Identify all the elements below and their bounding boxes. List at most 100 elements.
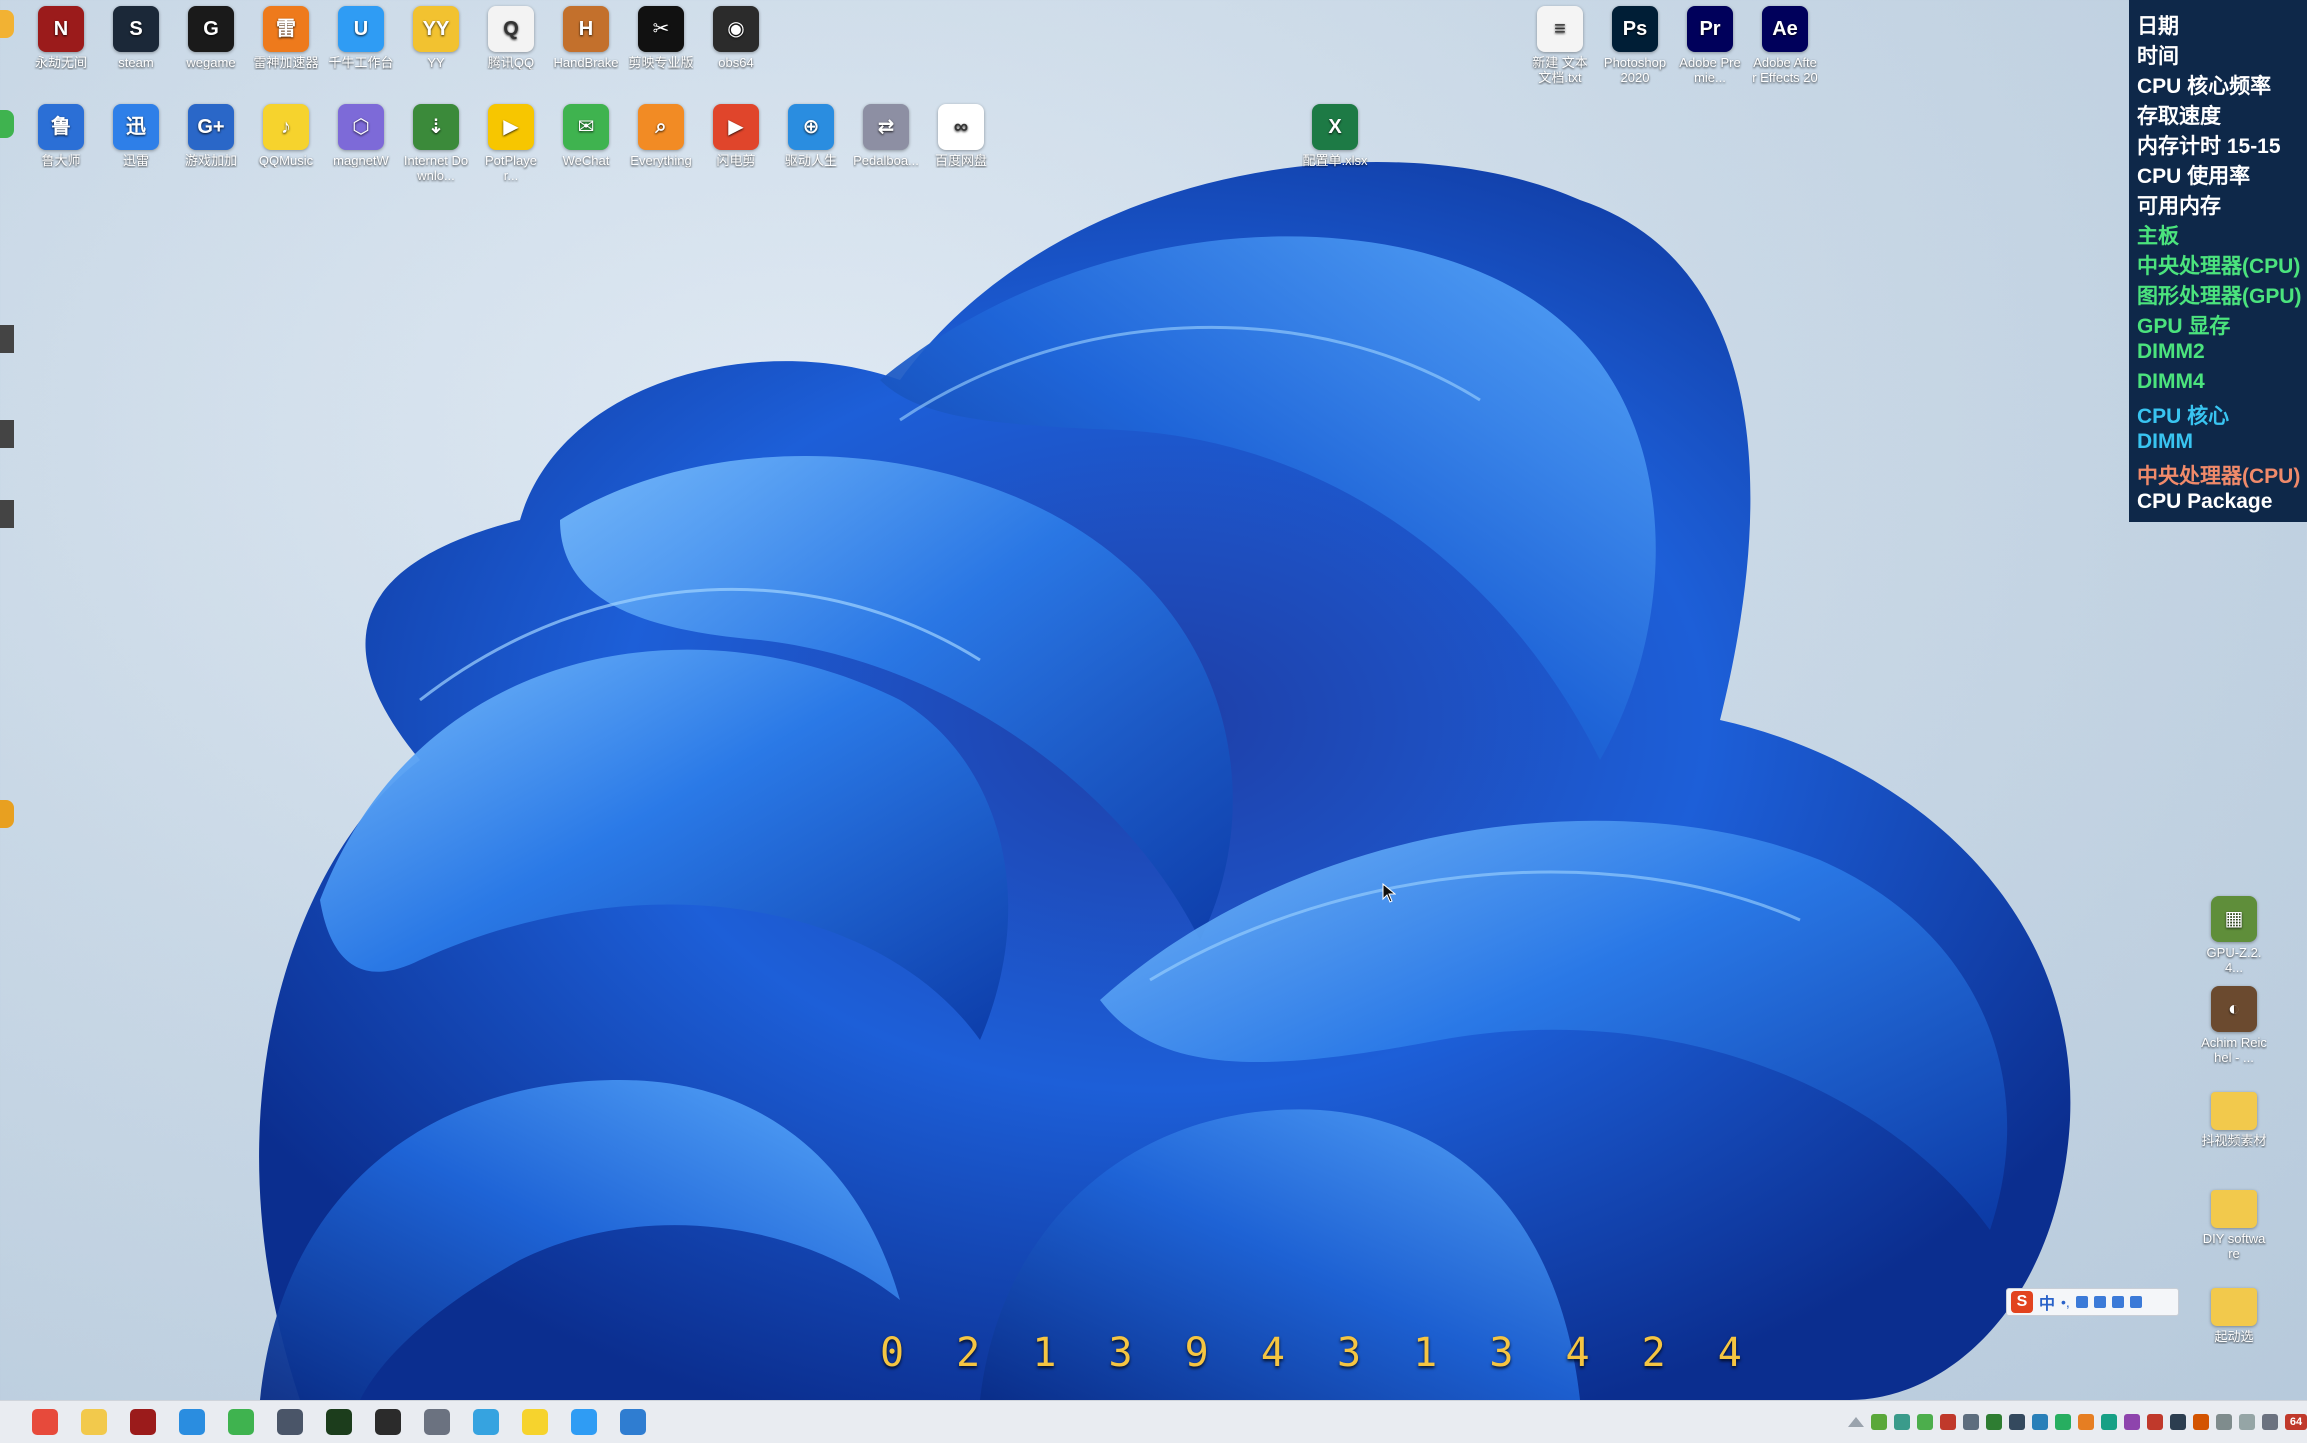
desktop-icon[interactable]: Ps Photoshop 2020 [1602, 6, 1668, 85]
hw-monitor-row: GPU 显存 [2137, 315, 2231, 338]
partial-desktop-icon[interactable] [0, 500, 14, 528]
tray-app-icon[interactable] [1940, 1414, 1956, 1430]
desktop-icon[interactable]: Q 腾讯QQ [478, 6, 544, 70]
magnetw-icon: ⬡ [338, 104, 384, 150]
network-icon[interactable] [473, 1409, 499, 1435]
tray-app-icon[interactable] [1894, 1414, 1910, 1430]
tray-app-icon[interactable] [2032, 1414, 2048, 1430]
hw-monitor-row: 图形处理器(GPU) [2137, 285, 2302, 308]
desktop-icon[interactable]: ◉ obs64 [703, 6, 769, 70]
partial-desktop-icon[interactable] [0, 10, 14, 38]
tray-app-icon[interactable] [2193, 1414, 2209, 1430]
desktop-icon-label: 迅雷 [122, 153, 149, 168]
terminal-icon[interactable] [326, 1409, 352, 1435]
desktop-icon[interactable]: ∞ 百度网盘 [928, 104, 994, 168]
desktop-icon-label: Achim Reichel - ... [2201, 1035, 2267, 1065]
settings-icon[interactable] [2262, 1414, 2278, 1430]
taskbar: 64 [0, 1400, 2307, 1443]
accelerator-icon: 雷 [263, 6, 309, 52]
desktop-icon[interactable]: ≡ 新建 文本文档.txt [1527, 6, 1593, 85]
hw-monitor-row: 中央处理器(CPU) [2137, 255, 2301, 278]
partial-desktop-icon[interactable] [0, 420, 14, 448]
desktop-icon[interactable]: ⇄ Pedalboa... [853, 104, 919, 168]
desktop-icon[interactable]: ⇣ Internet Downlo... [403, 104, 469, 183]
tray-app-icon[interactable] [1871, 1414, 1887, 1430]
sogou-ime-logo[interactable]: S [2011, 1291, 2033, 1313]
driver-icon[interactable] [179, 1409, 205, 1435]
tray-app-icon[interactable] [1917, 1414, 1933, 1430]
desktop-icon[interactable]: ◐ Achim Reichel - ... [2201, 986, 2267, 1065]
partial-desktop-icon[interactable] [0, 325, 14, 353]
desktop-icon[interactable]: ♪ QQMusic [253, 104, 319, 168]
desktop-icon[interactable]: X 配置单.xlsx [1302, 104, 1368, 168]
tray-app-icon[interactable] [2124, 1414, 2140, 1430]
partial-desktop-icon[interactable] [0, 110, 14, 138]
desktop-icon[interactable]: ▦ GPU-Z.2.4... [2201, 896, 2267, 975]
desktop-icon[interactable]: H HandBrake [553, 6, 619, 70]
desktop-icon-label: Adobe After Effects 2022 [1752, 55, 1818, 87]
desktop-icon[interactable]: 抖视频素材 [2201, 1084, 2267, 1148]
tray-app-icon[interactable] [2147, 1414, 2163, 1430]
qqmusic-icon[interactable] [522, 1409, 548, 1435]
qianniu-icon[interactable] [571, 1409, 597, 1435]
obs-icon[interactable] [375, 1409, 401, 1435]
tray-app-icon[interactable] [2078, 1414, 2094, 1430]
desktop-icon[interactable]: Pr Adobe Premie... [1677, 6, 1743, 85]
chrome-icon[interactable] [32, 1409, 58, 1435]
tray-app-icon[interactable] [1986, 1414, 2002, 1430]
tray-app-icon[interactable] [2239, 1414, 2255, 1430]
desktop-icon-label: Adobe Premie... [1679, 55, 1741, 85]
microphone-icon[interactable] [2075, 1296, 2088, 1308]
hw-monitor-row: 时间 [2137, 45, 2179, 68]
desktop-icon[interactable]: U 千牛工作台 [328, 6, 394, 70]
desktop-icon[interactable]: ⬡ magnetW [328, 104, 394, 168]
desktop-icon[interactable]: N 永劫无间 [28, 6, 94, 70]
keyboard-icon[interactable] [2093, 1296, 2106, 1308]
desktop-icon[interactable]: G+ 游戏加加 [178, 104, 244, 168]
desktop-icon[interactable]: DIY software [2201, 1182, 2267, 1261]
capcut-icon: ✂ [638, 6, 684, 52]
ime-toolbar[interactable]: S 中 •, [2006, 1288, 2179, 1316]
photos-icon[interactable] [620, 1409, 646, 1435]
skin-icon[interactable] [2111, 1296, 2124, 1308]
desktop-icon[interactable]: Gwegame [178, 6, 244, 70]
desktop-icon[interactable]: Ssteam [103, 6, 169, 70]
tray-app-icon[interactable] [2055, 1414, 2071, 1430]
ime-mode-toggle[interactable]: 中 [2039, 1290, 2055, 1314]
tray-app-icon[interactable] [2009, 1414, 2025, 1430]
pedalboard-icon: ⇄ [863, 104, 909, 150]
calculator-icon[interactable] [277, 1409, 303, 1435]
desktop-icon[interactable]: ▶ 闪电剪 [703, 104, 769, 168]
baidu-netdisk-icon: ∞ [938, 104, 984, 150]
file-explorer-icon[interactable] [81, 1409, 107, 1435]
partial-desktop-icon[interactable] [0, 800, 14, 828]
ime-punctuation-toggle[interactable]: •, [2061, 1294, 2070, 1310]
album-art-icon: ◐ [2211, 986, 2257, 1032]
desktop-icon-label: 雷神加速器 [253, 55, 319, 70]
desktop-icon[interactable]: ▶ PotPlayer... [478, 104, 544, 183]
desktop-icon[interactable]: 起动选 [2201, 1280, 2267, 1344]
desktop-icon[interactable]: ⊕ 驱动人生 [778, 104, 844, 168]
settings-icon[interactable] [424, 1409, 450, 1435]
desktop-icon-label: wegame [186, 55, 236, 70]
desktop-icon[interactable]: ⌕ Everything [628, 104, 694, 168]
desktop-icon-label: 新建 文本文档.txt [1532, 55, 1588, 85]
desktop-icon[interactable]: 迅迅雷 [103, 104, 169, 168]
toolbox-icon[interactable] [2129, 1296, 2142, 1308]
desktop-icon[interactable]: 雷雷神加速器 [253, 6, 319, 70]
desktop-icon[interactable]: 鲁鲁大师 [28, 104, 94, 168]
chevron-up-icon[interactable] [1848, 1417, 1864, 1427]
tray-app-icon[interactable] [2216, 1414, 2232, 1430]
tray-app-icon[interactable] [2101, 1414, 2117, 1430]
tray-app-icon[interactable] [2170, 1414, 2186, 1430]
tray-app-icon[interactable] [1963, 1414, 1979, 1430]
desktop-icon[interactable]: ✂ 剪映专业版 [628, 6, 694, 70]
desktop-icon-label: 剪映专业版 [628, 55, 694, 70]
naraka-icon[interactable] [130, 1409, 156, 1435]
desktop-icon[interactable]: YY YY [403, 6, 469, 70]
desktop-icon[interactable]: ✉ WeChat [553, 104, 619, 168]
desktop-icon[interactable]: AeAdobe After Effects 2022 [1752, 6, 1818, 87]
hw-monitor-row: CPU Package [2137, 490, 2273, 513]
tray-badge-64[interactable]: 64 [2285, 1414, 2307, 1430]
wechat-icon[interactable] [228, 1409, 254, 1435]
